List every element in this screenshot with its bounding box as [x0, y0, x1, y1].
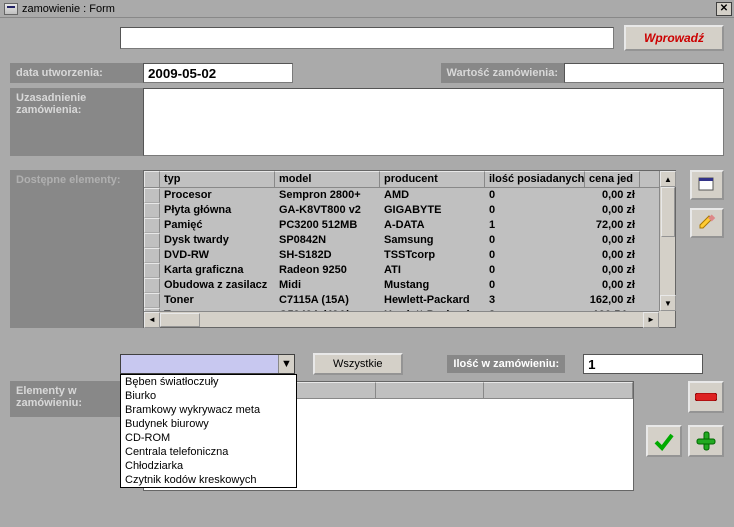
table-row[interactable]: Płyta głównaGA-K8VT800 v2GIGABYTE00,00 z…: [144, 203, 675, 218]
dropdown-option[interactable]: Chłodziarka: [121, 459, 296, 473]
dropdown-option[interactable]: Bęben światłoczuły: [121, 375, 296, 389]
scroll-thumb-v[interactable]: [661, 187, 675, 237]
titlebar: zamowienie : Form ✕: [0, 0, 734, 18]
table-row[interactable]: Dysk twardySP0842NSamsung00,00 zł: [144, 233, 675, 248]
close-button[interactable]: ✕: [716, 2, 732, 16]
data-utworzenia-label: data utworzenia:: [10, 63, 143, 83]
table-cell: 0,00 zł: [585, 263, 640, 278]
table-cell: TSSTcorp: [380, 248, 485, 263]
type-dropdown[interactable]: ▼ Bęben światłoczułyBiurkoBramkowy wykry…: [120, 354, 295, 374]
table-cell: Procesor: [160, 188, 275, 203]
data-utworzenia-input[interactable]: [143, 63, 293, 83]
table-cell: ATI: [380, 263, 485, 278]
table-cell: Obudowa z zasilacz: [160, 278, 275, 293]
table-cell: 162,00 zł: [585, 293, 640, 308]
table-cell: AMD: [380, 188, 485, 203]
new-record-button[interactable]: [690, 170, 724, 200]
dropdown-option[interactable]: Bramkowy wykrywacz meta: [121, 403, 296, 417]
confirm-button[interactable]: [646, 425, 682, 457]
column-header[interactable]: cena jed: [585, 171, 640, 187]
table-cell: 0: [485, 263, 585, 278]
ilosc-input[interactable]: [583, 354, 703, 374]
wszystkie-button[interactable]: Wszystkie: [313, 353, 403, 375]
table-cell: Dysk twardy: [160, 233, 275, 248]
window-title: zamowienie : Form: [22, 3, 115, 15]
table-cell: SH-S182D: [275, 248, 380, 263]
wprowadz-button[interactable]: Wprowadź: [624, 25, 724, 51]
table-cell: Sempron 2800+: [275, 188, 380, 203]
table-cell: 0,00 zł: [585, 188, 640, 203]
table-cell: GIGABYTE: [380, 203, 485, 218]
column-header[interactable]: producent: [380, 171, 485, 187]
table-cell: 1: [485, 218, 585, 233]
table-cell: 0: [485, 278, 585, 293]
column-header[interactable]: typ: [160, 171, 275, 187]
table-cell: 0,00 zł: [585, 278, 640, 293]
add-item-button[interactable]: [688, 425, 724, 457]
column-header[interactable]: ilość posiadanych: [485, 171, 585, 187]
scroll-down-btn[interactable]: ▼: [660, 295, 676, 311]
dropdown-input[interactable]: [121, 355, 278, 373]
top-input[interactable]: [120, 27, 614, 49]
dropdown-option[interactable]: Czytnik kodów kreskowych: [121, 473, 296, 487]
table-cell: Toner: [160, 293, 275, 308]
table-row[interactable]: PamięćPC3200 512MBA-DATA172,00 zł: [144, 218, 675, 233]
scroll-right-btn[interactable]: ►: [643, 312, 659, 328]
table-cell: Pamięć: [160, 218, 275, 233]
table-cell: Płyta główna: [160, 203, 275, 218]
horizontal-scrollbar[interactable]: ◄ ►: [144, 311, 659, 327]
table-cell: PC3200 512MB: [275, 218, 380, 233]
scroll-thumb-h[interactable]: [160, 313, 200, 327]
dropdown-option[interactable]: Biurko: [121, 389, 296, 403]
table-cell: 3: [485, 293, 585, 308]
table-cell: SP0842N: [275, 233, 380, 248]
wartosc-zamowienia-label: Wartość zamówienia:: [441, 63, 564, 83]
scroll-corner: [659, 311, 675, 327]
table-cell: 0: [485, 248, 585, 263]
table-cell: Karta graficzna: [160, 263, 275, 278]
table-cell: 0: [485, 203, 585, 218]
table-row[interactable]: Obudowa z zasilaczMidiMustang00,00 zł: [144, 278, 675, 293]
edit-button[interactable]: [690, 208, 724, 238]
table-cell: C7115A (15A): [275, 293, 380, 308]
table-cell: 72,00 zł: [585, 218, 640, 233]
uzasadnienie-label: Uzasadnienie zamówienia:: [10, 88, 143, 156]
table-cell: A-DATA: [380, 218, 485, 233]
column-header[interactable]: model: [275, 171, 380, 187]
form-window: zamowienie : Form ✕ Wprowadź data utworz…: [0, 0, 734, 527]
dropdown-list[interactable]: Bęben światłoczułyBiurkoBramkowy wykrywa…: [120, 374, 297, 488]
table-row[interactable]: Karta graficznaRadeon 9250ATI00,00 zł: [144, 263, 675, 278]
dostepne-label: Dostępne elementy:: [10, 170, 143, 328]
table-cell: 0: [485, 188, 585, 203]
table-cell: DVD-RW: [160, 248, 275, 263]
table-cell: GA-K8VT800 v2: [275, 203, 380, 218]
table-cell: 0,00 zł: [585, 203, 640, 218]
table-row[interactable]: ProcesorSempron 2800+AMD00,00 zł: [144, 188, 675, 203]
table-cell: Radeon 9250: [275, 263, 380, 278]
dropdown-option[interactable]: Budynek biurowy: [121, 417, 296, 431]
scroll-left-btn[interactable]: ◄: [144, 312, 160, 328]
available-grid[interactable]: typmodelproducentilość posiadanychcena j…: [143, 170, 676, 328]
table-row[interactable]: TonerC7115A (15A)Hewlett-Packard3162,00 …: [144, 293, 675, 308]
vertical-scrollbar[interactable]: ▲ ▼: [659, 171, 675, 311]
scroll-up-btn[interactable]: ▲: [660, 171, 676, 187]
form-icon: [4, 3, 18, 15]
dropdown-option[interactable]: CD-ROM: [121, 431, 296, 445]
wartosc-zamowienia-input[interactable]: [564, 63, 724, 83]
ilosc-label: Ilość w zamówieniu:: [447, 355, 565, 373]
table-cell: Samsung: [380, 233, 485, 248]
table-cell: 0: [485, 233, 585, 248]
table-cell: Hewlett-Packard: [380, 293, 485, 308]
table-cell: Mustang: [380, 278, 485, 293]
table-cell: Midi: [275, 278, 380, 293]
dropdown-toggle[interactable]: ▼: [278, 355, 294, 373]
table-cell: 0,00 zł: [585, 233, 640, 248]
uzasadnienie-textarea[interactable]: [143, 88, 724, 156]
dropdown-option[interactable]: Centrala telefoniczna: [121, 445, 296, 459]
table-row[interactable]: DVD-RWSH-S182DTSSTcorp00,00 zł: [144, 248, 675, 263]
table-cell: 0,00 zł: [585, 248, 640, 263]
remove-item-button[interactable]: [688, 381, 724, 413]
